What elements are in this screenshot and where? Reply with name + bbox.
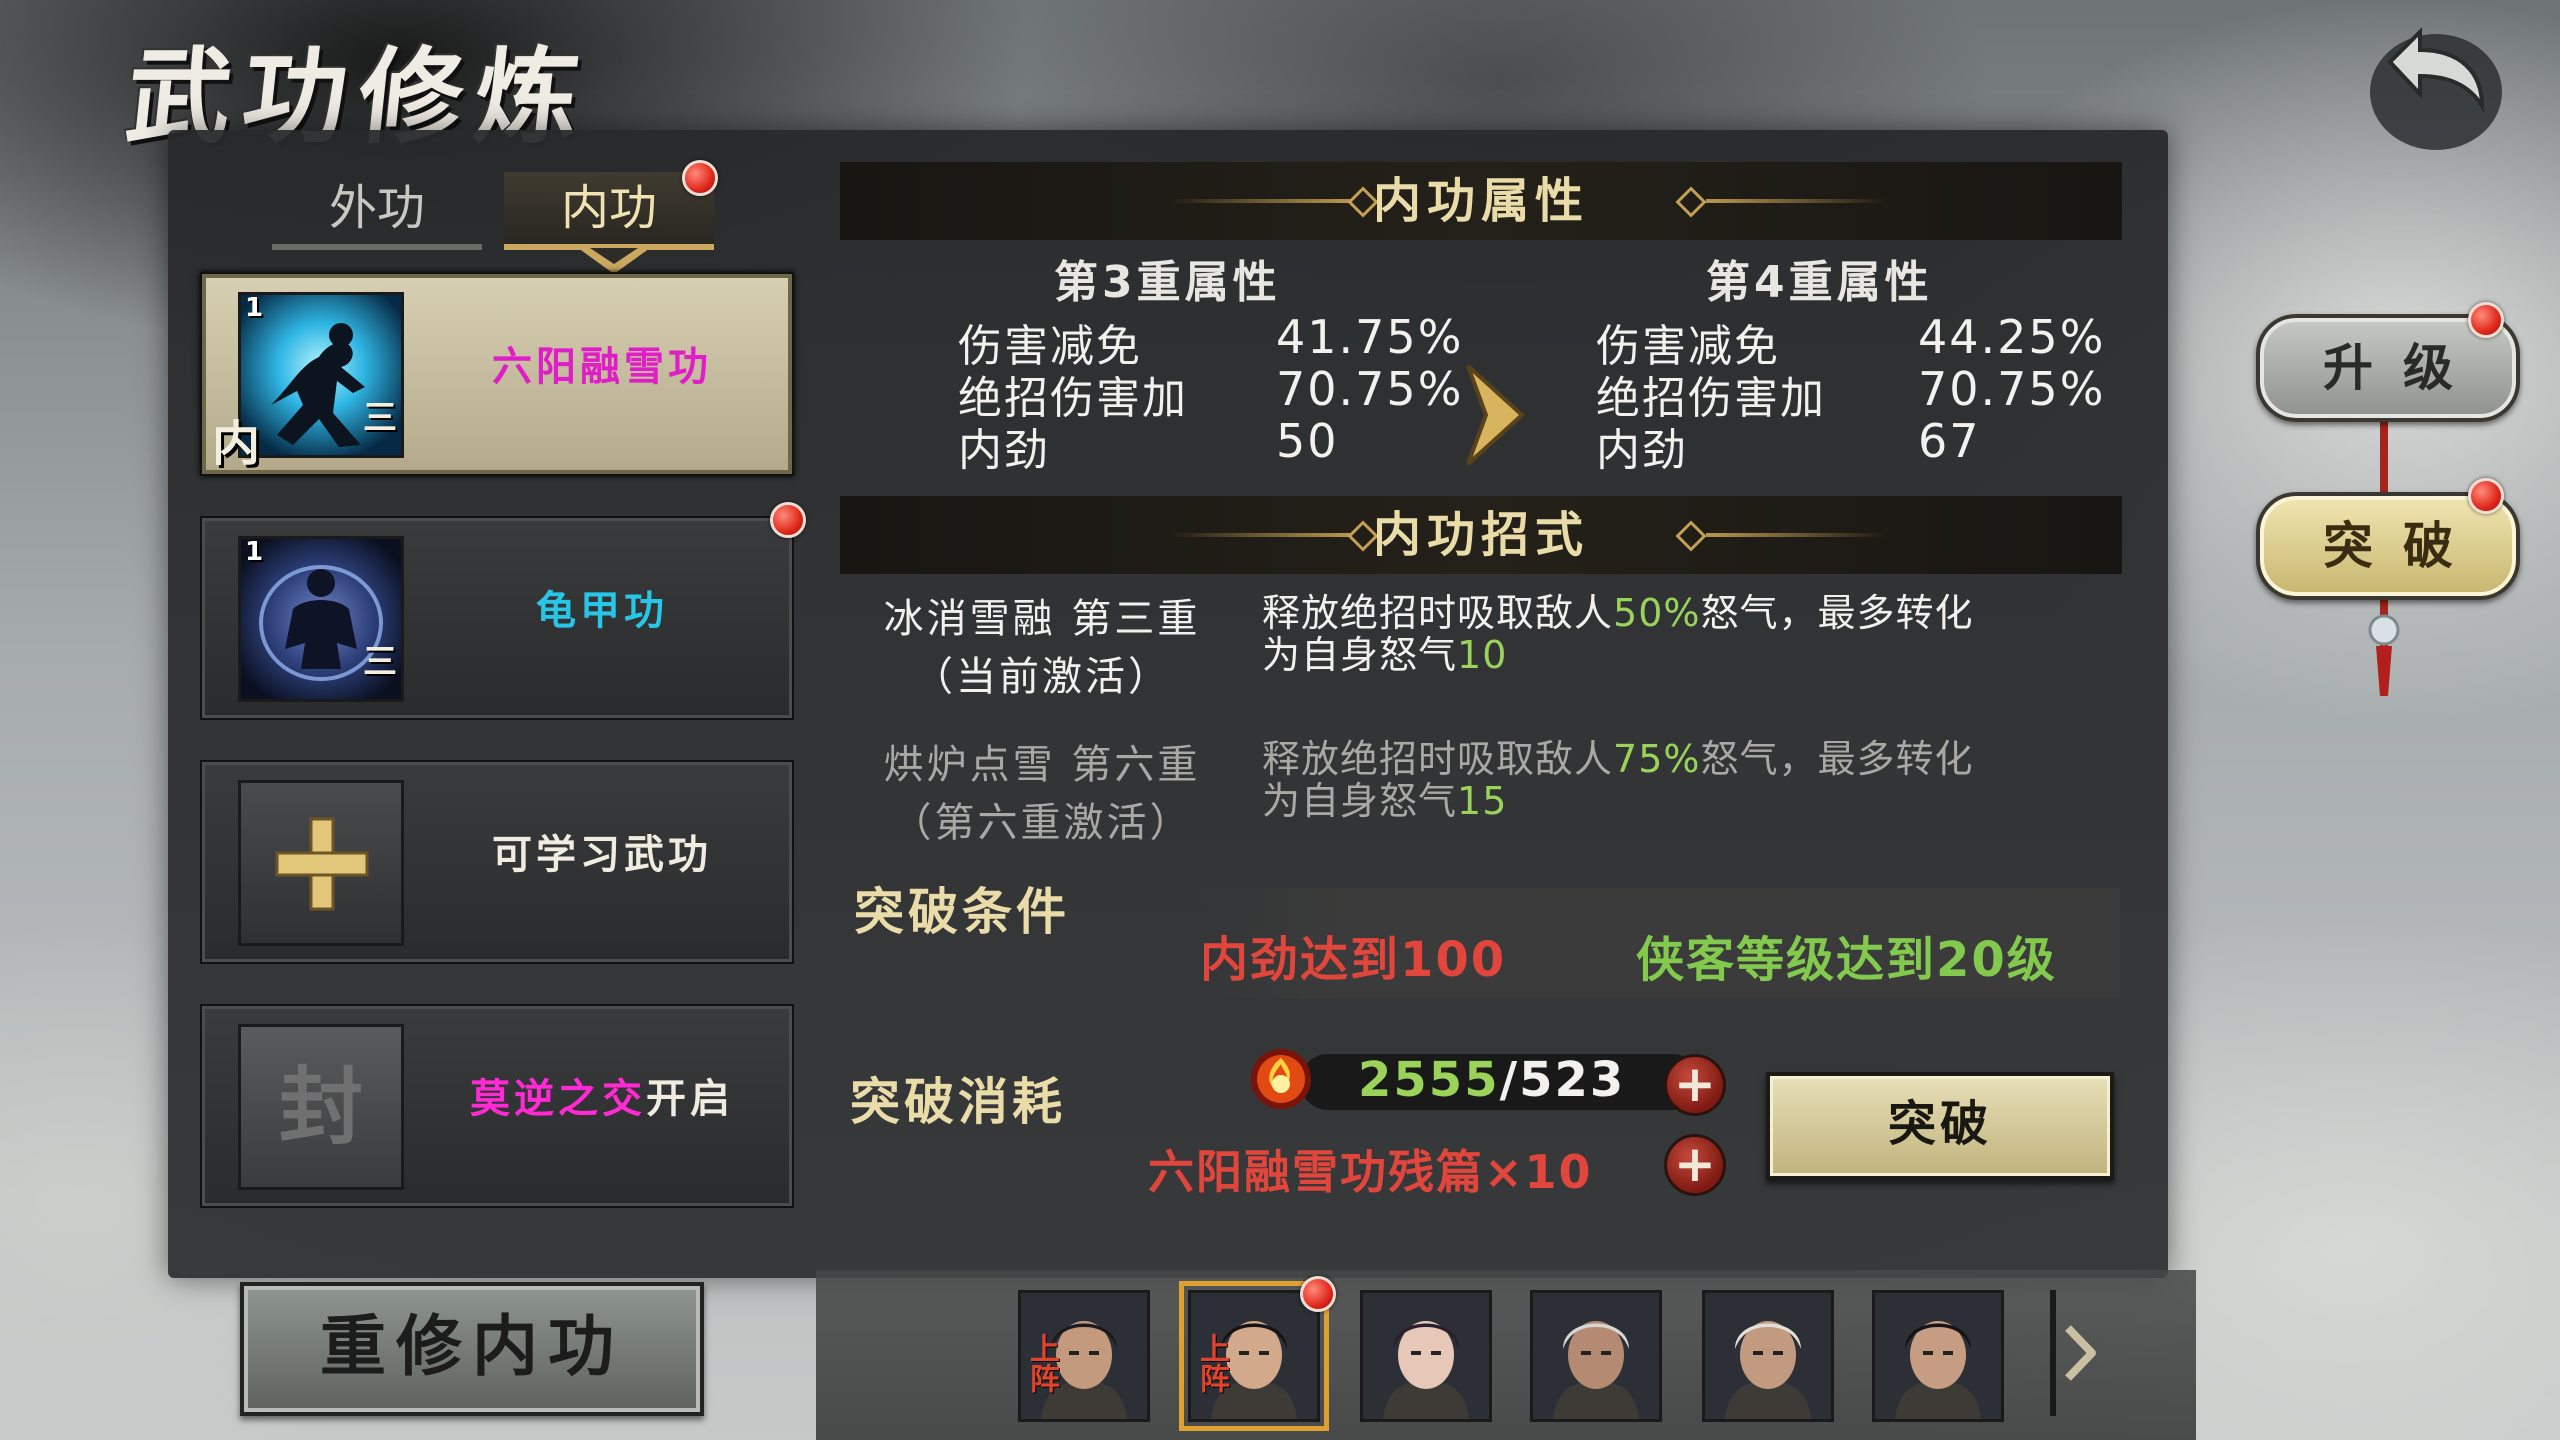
- move-desc-percent: 50%: [1613, 591, 1701, 635]
- move-name-active: 冰消雪融 第三重 （当前激活）: [862, 590, 1222, 706]
- locked-skill-slot: 封: [238, 1024, 404, 1190]
- inner-power-amount: 2555/523: [1358, 1052, 1625, 1108]
- hero-portrait[interactable]: [1360, 1290, 1492, 1422]
- locked-skill-card[interactable]: 封 莫逆之交开启: [200, 1004, 794, 1208]
- condition-inner-power: 内劲达到100: [1200, 932, 1507, 988]
- skill-list-column: 外功 内功 1 三 内 六阳融雪功 1 三 龟甲功 可学习武功 封 莫逆之交开启: [198, 160, 808, 1210]
- hero-portrait[interactable]: [1872, 1290, 2004, 1422]
- hero-portrait[interactable]: [1530, 1290, 1662, 1422]
- skill-name-guijia: 龟甲功: [536, 588, 668, 634]
- next-tier-header: 第4重属性: [1706, 257, 1933, 308]
- skill-grade: 三: [363, 642, 397, 682]
- hero-face-icon: [1705, 1293, 1831, 1419]
- back-arrow-icon: [2370, 27, 2502, 150]
- active-tab-indicator-inner: [590, 248, 638, 264]
- attributes-section-header: 内功属性: [840, 162, 2122, 240]
- hero-face-icon: [1533, 1293, 1659, 1419]
- move-name-locked: 烘炉点雪 第六重 （第六重激活）: [862, 736, 1222, 852]
- breakthrough-cost-title: 突破消耗: [850, 1073, 1066, 1131]
- portrait-scroll-next[interactable]: [2050, 1290, 2110, 1416]
- game-screen: 武功修炼 外功 内功 1 三 内 六阳融雪功 1 三 龟甲功 可学习武功 封 莫…: [0, 0, 2560, 1440]
- move-desc-text: 怒气，最多转化: [1700, 591, 1974, 635]
- inner-skill-tag: 内: [212, 416, 261, 472]
- move-desc-percent: 75%: [1613, 737, 1701, 781]
- tab-outer-skill[interactable]: 外功: [272, 172, 482, 250]
- cost-separator: /: [1499, 1052, 1520, 1108]
- move-desc-text: 释放绝招时吸取敌人: [1262, 591, 1614, 635]
- learnable-skill-card[interactable]: 可学习武功: [200, 760, 794, 964]
- upgrade-notification-dot: [2468, 302, 2504, 338]
- move-desc-text: 为自身怒气: [1262, 633, 1458, 677]
- tab-notification-dot: [682, 160, 718, 196]
- skill-notification-dot: [770, 502, 806, 538]
- move-desc-text: 释放绝招时吸取敌人: [1262, 737, 1614, 781]
- reset-inner-skill-button[interactable]: 重修内功: [240, 1282, 704, 1416]
- locked-skill-label: 莫逆之交开启: [432, 1066, 772, 1124]
- unlock-condition-highlight: 莫逆之交: [470, 1076, 646, 1122]
- moves-section-title: 内功招式: [1372, 507, 1589, 563]
- skill-icon-liuyang: 1 三: [238, 292, 404, 458]
- next-tier-arrow-icon: [1466, 364, 1525, 466]
- hero-portrait[interactable]: 上阵: [1179, 1281, 1329, 1431]
- move-status: （第六重激活）: [891, 800, 1193, 846]
- move-title: 冰消雪融 第三重: [883, 596, 1201, 642]
- unlock-condition-suffix: 开启: [646, 1076, 734, 1122]
- breakthrough-button[interactable]: 突破: [1766, 1072, 2114, 1180]
- add-fragment-button[interactable]: +: [1664, 1134, 1726, 1196]
- back-button[interactable]: [2350, 10, 2510, 160]
- condition-hero-level: 侠客等级达到20级: [1636, 932, 2057, 988]
- header-ornament-right: [1706, 533, 1886, 537]
- hero-face-icon: [1875, 1293, 2001, 1419]
- move-description-locked: 释放绝招时吸取敌人75%怒气，最多转化 为自身怒气15: [1262, 738, 2112, 822]
- add-inner-power-button[interactable]: +: [1664, 1054, 1726, 1116]
- attr-value: 67: [1918, 414, 1981, 468]
- skill-card-guijia[interactable]: 1 三 龟甲功: [200, 516, 794, 720]
- attr-label: 内劲: [958, 425, 1050, 476]
- move-desc-text: 为自身怒气: [1262, 779, 1458, 823]
- moves-section-header: 内功招式: [840, 496, 2122, 574]
- attr-value: 70.75%: [1918, 362, 2106, 416]
- tassel-rope: [2380, 410, 2388, 500]
- plus-icon: [275, 817, 369, 911]
- header-ornament-right: [1706, 199, 1886, 203]
- cost-required: 523: [1519, 1052, 1626, 1108]
- flame-orb-icon: [1251, 1049, 1311, 1109]
- skill-level: 1: [245, 293, 264, 323]
- learnable-skill-label: 可学习武功: [492, 832, 712, 878]
- move-desc-text: 怒气，最多转化: [1700, 737, 1974, 781]
- breakthrough-notification-dot: [2468, 478, 2504, 514]
- attr-value: 50: [1276, 414, 1339, 468]
- jade-pendant-icon: [2368, 614, 2400, 696]
- move-title: 烘炉点雪 第六重: [883, 742, 1201, 788]
- hero-portrait[interactable]: 上阵: [1018, 1290, 1150, 1422]
- chevron-right-icon: [2065, 1325, 2096, 1381]
- skill-icon-guijia: 1 三: [238, 536, 404, 702]
- attr-value: 41.75%: [1276, 310, 1464, 364]
- move-description-active: 释放绝招时吸取敌人50%怒气，最多转化 为自身怒气10: [1262, 592, 2112, 676]
- current-tier-header: 第3重属性: [1054, 257, 1281, 308]
- breakthrough-conditions-title: 突破条件: [854, 883, 1070, 941]
- move-status: （当前激活）: [913, 654, 1171, 700]
- cost-owned: 2555: [1358, 1052, 1500, 1108]
- skill-card-liuyang[interactable]: 1 三 内 六阳融雪功: [200, 272, 794, 476]
- strip-divider: [2050, 1290, 2056, 1416]
- deployed-tag: 上阵: [1194, 1333, 1229, 1393]
- attr-value: 70.75%: [1276, 362, 1464, 416]
- skill-level: 1: [245, 537, 264, 567]
- attr-value: 44.25%: [1918, 310, 2106, 364]
- skill-grade: 三: [363, 398, 397, 438]
- deployed-tag: 上阵: [1024, 1333, 1059, 1393]
- move-desc-value: 10: [1457, 633, 1508, 677]
- seal-lock-icon: 封: [278, 1057, 363, 1156]
- portrait-notification-dot: [1300, 1276, 1336, 1312]
- attributes-section-title: 内功属性: [1372, 173, 1589, 229]
- add-skill-slot: [238, 780, 404, 946]
- attr-label: 内劲: [1596, 425, 1688, 476]
- hero-face-icon: [1363, 1293, 1489, 1419]
- skill-name-liuyang: 六阳融雪功: [492, 344, 712, 390]
- fragment-requirement: 六阳融雪功残篇×10: [1148, 1145, 1593, 1199]
- hero-portrait[interactable]: [1702, 1290, 1834, 1422]
- move-desc-value: 15: [1457, 779, 1508, 823]
